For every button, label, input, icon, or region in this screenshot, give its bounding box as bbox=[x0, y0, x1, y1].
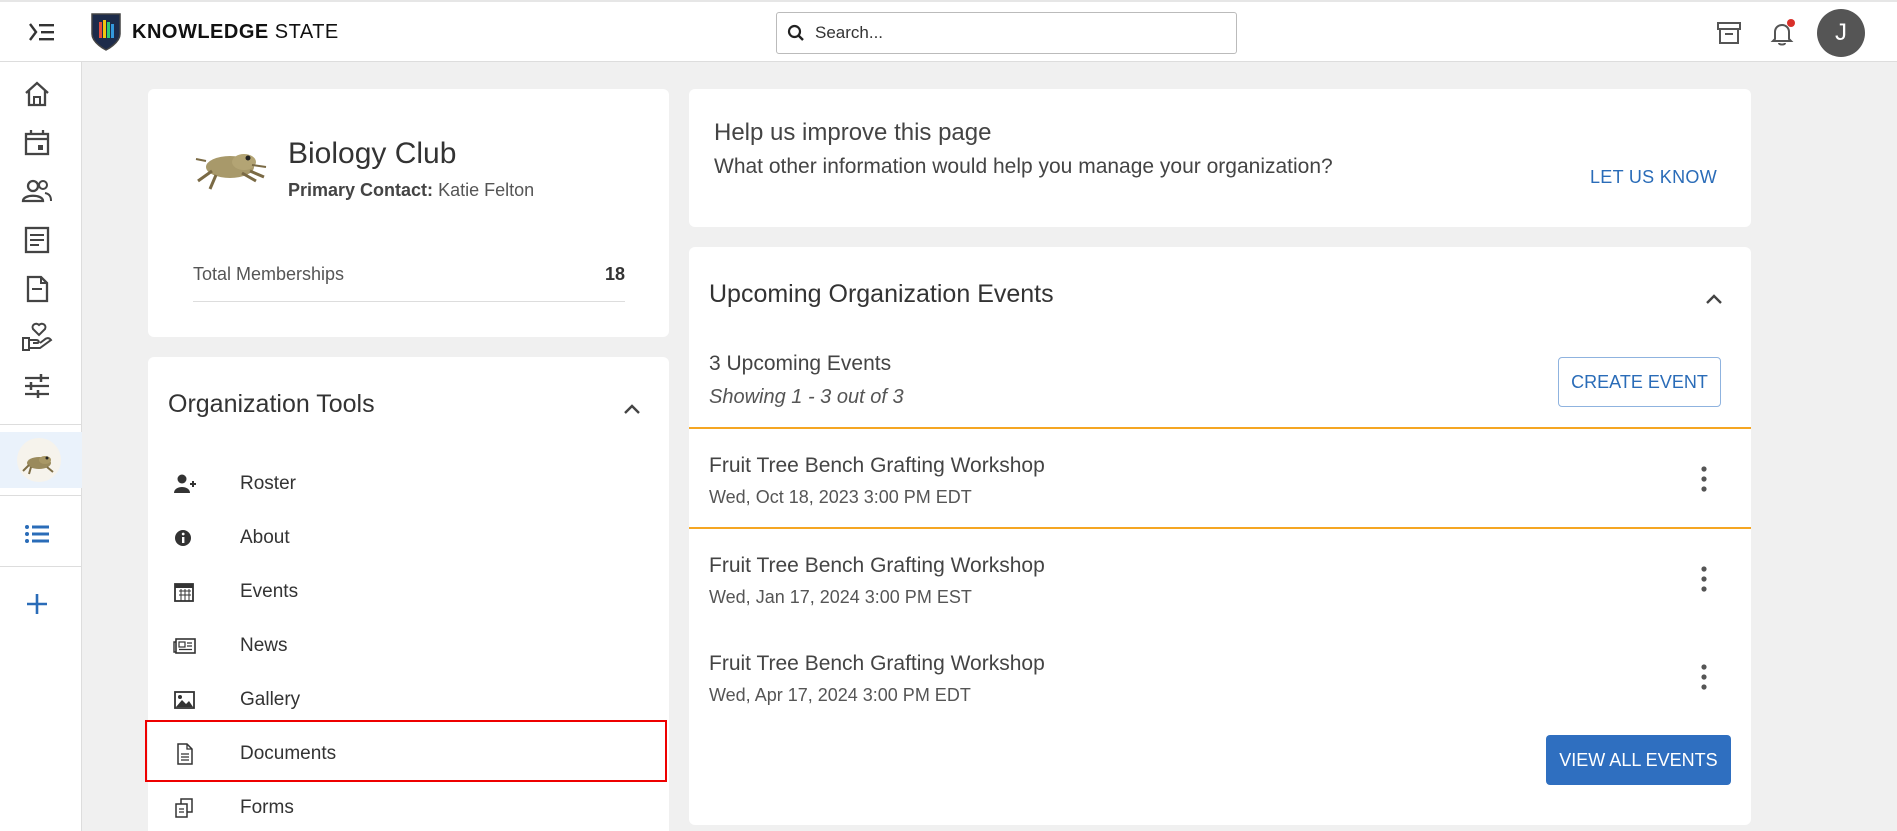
tools-title: Organization Tools bbox=[168, 390, 375, 418]
volunteer-heart-icon[interactable] bbox=[20, 320, 54, 354]
brand-name: KNOWLEDGE STATE bbox=[132, 20, 339, 43]
feedback-subtitle: What other information would help you ma… bbox=[714, 155, 1333, 178]
tool-label: News bbox=[240, 635, 288, 656]
search-box[interactable] bbox=[776, 12, 1237, 54]
total-memberships-count: 18 bbox=[604, 264, 625, 284]
org-name: Biology Club bbox=[288, 137, 457, 170]
user-plus-icon bbox=[174, 474, 196, 493]
list-icon[interactable] bbox=[20, 517, 54, 551]
tool-label: Forms bbox=[240, 797, 294, 818]
menu-toggle-icon[interactable] bbox=[27, 20, 57, 44]
newspaper-icon bbox=[173, 638, 196, 654]
tool-item-roster[interactable]: Roster bbox=[148, 457, 669, 511]
settings-sliders-icon[interactable] bbox=[20, 369, 54, 403]
more-options-icon[interactable] bbox=[1697, 465, 1711, 493]
add-icon[interactable] bbox=[20, 587, 54, 621]
search-icon bbox=[787, 24, 804, 41]
event-date: Wed, Jan 17, 2024 3:00 PM EST bbox=[709, 587, 972, 607]
create-event-button[interactable]: CREATE EVENT bbox=[1558, 357, 1721, 407]
file-icon[interactable] bbox=[20, 272, 54, 306]
event-date: Wed, Oct 18, 2023 3:00 PM EDT bbox=[709, 487, 972, 507]
tool-item-about[interactable]: About bbox=[148, 511, 669, 565]
feedback-card: Help us improve this page What other inf… bbox=[689, 89, 1751, 227]
event-row[interactable]: Fruit Tree Bench Grafting Workshop Wed, … bbox=[689, 427, 1751, 529]
let-us-know-link[interactable]: LET US KNOW bbox=[1590, 167, 1717, 188]
brand-logo[interactable]: KNOWLEDGE STATE bbox=[90, 12, 339, 52]
shield-logo-icon bbox=[91, 13, 121, 51]
event-row[interactable]: Fruit Tree Bench Grafting Workshop Wed, … bbox=[689, 529, 1751, 627]
more-options-icon[interactable] bbox=[1697, 663, 1711, 691]
event-name[interactable]: Fruit Tree Bench Grafting Workshop bbox=[709, 652, 1045, 676]
more-options-icon[interactable] bbox=[1697, 565, 1711, 593]
primary-contact-name[interactable]: Katie Felton bbox=[438, 180, 534, 200]
tool-item-forms[interactable]: Forms bbox=[148, 781, 669, 831]
info-icon bbox=[175, 530, 191, 546]
people-icon[interactable] bbox=[20, 174, 54, 208]
feedback-title: Help us improve this page bbox=[714, 119, 992, 146]
top-bar: KNOWLEDGE STATE J bbox=[0, 0, 1897, 62]
org-avatar-frog[interactable] bbox=[17, 438, 61, 482]
home-icon[interactable] bbox=[20, 77, 54, 111]
forms-icon bbox=[175, 798, 193, 818]
primary-contact: Primary Contact: Katie Felton bbox=[288, 180, 535, 200]
events-showing-range: Showing 1 - 3 out of 3 bbox=[709, 386, 904, 408]
events-count: 3 Upcoming Events bbox=[709, 352, 892, 375]
chevron-up-icon[interactable] bbox=[1704, 292, 1724, 306]
event-name[interactable]: Fruit Tree Bench Grafting Workshop bbox=[709, 554, 1045, 578]
selection-highlight-box bbox=[145, 720, 667, 782]
search-input[interactable] bbox=[815, 23, 1215, 43]
event-date: Wed, Apr 17, 2024 3:00 PM EDT bbox=[709, 685, 971, 705]
archive-icon[interactable] bbox=[1714, 18, 1744, 48]
total-memberships-row: Total Memberships 18 bbox=[193, 264, 625, 302]
tool-label: Events bbox=[240, 581, 299, 602]
chevron-up-icon[interactable] bbox=[622, 402, 642, 416]
events-title: Upcoming Organization Events bbox=[709, 280, 1054, 308]
event-row[interactable]: Fruit Tree Bench Grafting Workshop Wed, … bbox=[689, 627, 1751, 725]
organization-summary-card: Biology Club Primary Contact: Katie Felt… bbox=[148, 89, 669, 337]
tool-label: About bbox=[240, 527, 290, 548]
notification-bell-icon[interactable] bbox=[1767, 18, 1797, 48]
left-nav-rail bbox=[0, 62, 82, 831]
calendar-nav-icon[interactable] bbox=[20, 126, 54, 160]
tool-item-gallery[interactable]: Gallery bbox=[148, 673, 669, 727]
total-memberships-label: Total Memberships bbox=[193, 264, 345, 284]
event-name[interactable]: Fruit Tree Bench Grafting Workshop bbox=[709, 454, 1045, 478]
tool-label: Roster bbox=[240, 473, 296, 494]
tool-label: Gallery bbox=[240, 689, 301, 710]
image-icon bbox=[174, 691, 195, 709]
calendar-icon bbox=[174, 583, 194, 602]
view-all-events-button[interactable]: VIEW ALL EVENTS bbox=[1546, 735, 1731, 785]
article-icon[interactable] bbox=[20, 223, 54, 257]
tool-item-events[interactable]: Events bbox=[148, 565, 669, 619]
upcoming-events-card: Upcoming Organization Events 3 Upcoming … bbox=[689, 247, 1751, 825]
org-logo-frog bbox=[195, 154, 267, 190]
user-avatar[interactable]: J bbox=[1817, 9, 1865, 57]
tool-item-news[interactable]: News bbox=[148, 619, 669, 673]
